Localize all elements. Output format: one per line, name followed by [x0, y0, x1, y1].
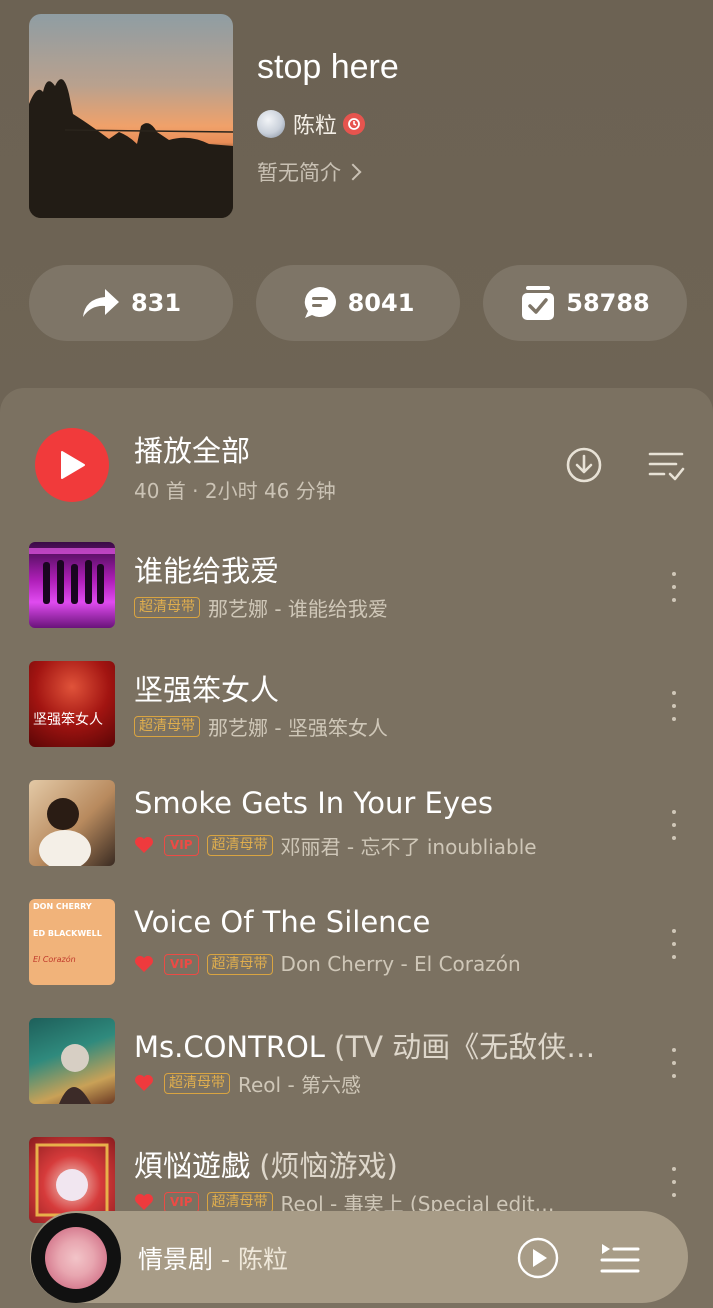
play-all-button[interactable] [35, 428, 109, 502]
musician-badge-icon [343, 113, 366, 135]
song-meta: 超清母带 那艺娜 - 坚强笨女人 [134, 713, 388, 740]
cover-text-1: DON CHERRY [33, 902, 92, 911]
song-artist-album: 那艺娜 - 谁能给我爱 [208, 596, 388, 621]
song-artist-album: Don Cherry - El Corazón [280, 952, 521, 976]
song-meta: 超清母带 那艺娜 - 谁能给我爱 [134, 594, 388, 621]
collect-button[interactable]: 58788 [483, 265, 687, 341]
song-cover [29, 542, 115, 628]
song-title: 坚强笨女人 [134, 673, 280, 707]
more-options-icon[interactable] [668, 1167, 680, 1197]
more-options-icon[interactable] [668, 810, 680, 840]
multi-select-icon[interactable] [646, 446, 686, 484]
playlist-cover[interactable] [29, 14, 233, 218]
more-options-icon[interactable] [668, 691, 680, 721]
song-meta: VIP 超清母带 邓丽君 - 忘不了 inoubliable [134, 832, 537, 859]
song-meta: VIP 超清母带 Don Cherry - El Corazón [134, 951, 521, 977]
liked-heart-icon[interactable] [134, 1193, 154, 1211]
now-playing-title[interactable]: 情景剧 - 陈粒 [138, 1240, 288, 1276]
vip-badge: VIP [164, 953, 199, 975]
mini-play-button-icon[interactable] [516, 1236, 560, 1280]
quality-badge: 超清母带 [134, 596, 200, 618]
song-cover: DON CHERRY ED BLACKWELL El Corazón [29, 899, 115, 985]
liked-heart-icon[interactable] [134, 955, 154, 973]
song-title: Voice Of The Silence [134, 905, 431, 939]
play-all-label[interactable]: 播放全部 [134, 428, 250, 470]
creator-avatar[interactable] [257, 110, 285, 138]
song-title: 煩悩遊戯 (烦恼游戏) [134, 1149, 398, 1183]
song-row[interactable]: Ms.CONTROL (TV 动画《无敌侠… 超清母带 Reol - 第六感 [0, 1018, 713, 1118]
more-options-icon[interactable] [668, 1048, 680, 1078]
more-options-icon[interactable] [668, 929, 680, 959]
song-row[interactable]: Smoke Gets In Your Eyes VIP 超清母带 邓丽君 - 忘… [0, 780, 713, 880]
song-row[interactable]: DON CHERRY ED BLACKWELL El Corazón Voice… [0, 899, 713, 999]
comment-count: 8041 [347, 289, 415, 317]
now-playing-disc[interactable] [31, 1213, 121, 1303]
quality-badge: 超清母带 [206, 953, 273, 975]
cover-text-2: ED BLACKWELL [33, 929, 102, 938]
comment-icon [304, 287, 336, 318]
song-title: Ms.CONTROL (TV 动画《无敌侠… [134, 1030, 596, 1064]
playlist-queue-icon[interactable] [600, 1238, 640, 1278]
comment-button[interactable]: 8041 [256, 265, 460, 341]
quality-badge: 超清母带 [206, 834, 273, 856]
song-cover: 坚强笨女人 [29, 661, 115, 747]
cover-text: 坚强笨女人 [33, 712, 103, 728]
song-title: Smoke Gets In Your Eyes [134, 786, 493, 820]
vip-badge: VIP [164, 1191, 199, 1213]
chevron-right-icon [344, 163, 362, 181]
liked-heart-icon[interactable] [134, 1074, 154, 1092]
quality-badge: 超清母带 [134, 715, 200, 737]
share-count: 831 [130, 289, 182, 317]
playlist-title: stop here [257, 48, 399, 86]
song-title: 谁能给我爱 [134, 554, 280, 588]
quality-badge: 超清母带 [206, 1191, 273, 1213]
song-cover [29, 1018, 115, 1104]
share-button[interactable]: 831 [29, 265, 233, 341]
share-icon [82, 289, 119, 317]
song-row[interactable]: 坚强笨女人 坚强笨女人 超清母带 那艺娜 - 坚强笨女人 [0, 661, 713, 761]
quality-badge: 超清母带 [164, 1072, 230, 1094]
playlist-intro-link[interactable]: 暂无简介 [257, 157, 362, 187]
cover-text-3: El Corazón [33, 955, 76, 964]
intro-text: 暂无简介 [257, 161, 341, 185]
song-artist-album: 那艺娜 - 坚强笨女人 [208, 715, 388, 740]
play-icon [61, 451, 85, 479]
creator-row[interactable]: 陈粒 [257, 108, 366, 140]
collect-count: 58788 [566, 289, 650, 317]
song-row[interactable]: 谁能给我爱 超清母带 那艺娜 - 谁能给我爱 [0, 542, 713, 642]
creator-name[interactable]: 陈粒 [293, 108, 337, 140]
more-options-icon[interactable] [668, 572, 680, 602]
liked-heart-icon[interactable] [134, 836, 154, 854]
song-cover [29, 780, 115, 866]
song-artist-album: 邓丽君 - 忘不了 inoubliable [280, 834, 537, 859]
song-artist-album: Reol - 第六感 [238, 1072, 362, 1097]
download-icon[interactable] [565, 446, 603, 484]
collect-icon [522, 286, 555, 320]
vip-badge: VIP [164, 834, 199, 856]
song-meta: 超清母带 Reol - 第六感 [134, 1070, 362, 1097]
mini-player-bar[interactable] [30, 1211, 688, 1303]
playlist-meta: 40 首 · 2小时 46 分钟 [134, 479, 336, 503]
